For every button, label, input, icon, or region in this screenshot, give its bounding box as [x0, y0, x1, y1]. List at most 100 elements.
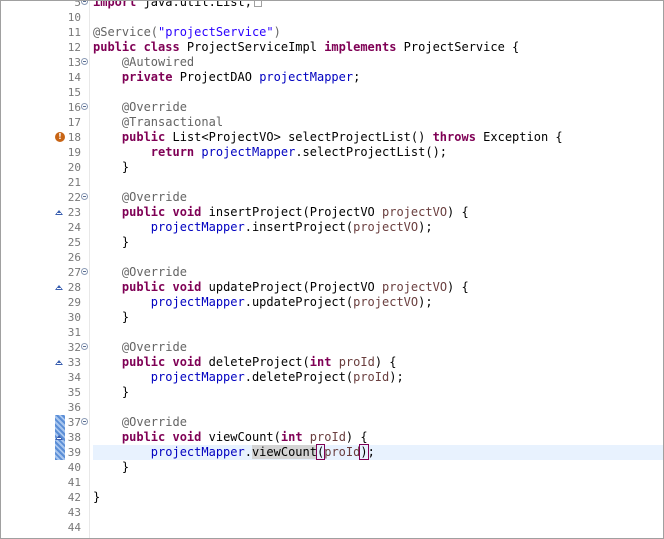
code-line[interactable]: 13 @Autowired: [1, 55, 663, 70]
code-text[interactable]: projectMapper.insertProject(projectVO);: [93, 220, 433, 235]
exception-marker-icon[interactable]: !: [55, 132, 65, 142]
code-line[interactable]: 5 import java.util.List;: [1, 0, 663, 10]
line-number: 44: [67, 521, 81, 534]
override-marker-icon[interactable]: [55, 208, 63, 216]
code-text[interactable]: import java.util.List;: [93, 1, 262, 10]
code-line[interactable]: 12 public class ProjectServiceImpl implem…: [1, 40, 663, 55]
code-line[interactable]: 42}: [1, 490, 663, 505]
line-number: 39: [67, 446, 81, 459]
code-text[interactable]: }: [93, 385, 129, 400]
code-line[interactable]: 35 }: [1, 385, 663, 400]
code-text[interactable]: @Override: [93, 265, 187, 280]
code-line[interactable]: 27 @Override: [1, 265, 663, 280]
code-line[interactable]: 20 }: [1, 160, 663, 175]
code-line[interactable]: 15: [1, 85, 663, 100]
code-line[interactable]: 21: [1, 175, 663, 190]
line-number: 43: [67, 506, 81, 519]
code-line[interactable]: 17 @Transactional: [1, 115, 663, 130]
line-number: 14: [67, 71, 81, 84]
line-number: 36: [67, 401, 81, 414]
code-line[interactable]: 37 @Override: [1, 415, 663, 430]
line-number: 32: [67, 341, 81, 354]
code-line[interactable]: 34 projectMapper.deleteProject(proId);: [1, 370, 663, 385]
code-text[interactable]: return projectMapper.selectProjectList()…: [93, 145, 447, 160]
code-line[interactable]: 44: [1, 520, 663, 535]
line-number: 10: [67, 11, 81, 24]
line-number: 22: [67, 191, 81, 204]
line-number: 41: [67, 476, 81, 489]
code-line[interactable]: 28 public void updateProject(ProjectVO p…: [1, 280, 663, 295]
code-text[interactable]: @Override: [93, 190, 187, 205]
code-text[interactable]: }: [93, 235, 129, 250]
code-text[interactable]: @Service("projectService"): [93, 25, 281, 40]
code-text[interactable]: }: [93, 460, 129, 475]
code-line[interactable]: 25 }: [1, 235, 663, 250]
code-line[interactable]: 16 @Override: [1, 100, 663, 115]
code-line[interactable]: 26: [1, 250, 663, 265]
code-line[interactable]: 30 }: [1, 310, 663, 325]
code-text[interactable]: public void insertProject(ProjectVO proj…: [93, 205, 469, 220]
code-line[interactable]: 10: [1, 10, 663, 25]
code-line[interactable]: 22 @Override: [1, 190, 663, 205]
code-text[interactable]: }: [93, 160, 129, 175]
line-number: 21: [67, 176, 81, 189]
line-number: 24: [67, 221, 81, 234]
code-line[interactable]: 19 return projectMapper.selectProjectLis…: [1, 145, 663, 160]
code-line[interactable]: 23 public void insertProject(ProjectVO p…: [1, 205, 663, 220]
override-marker-icon[interactable]: [55, 433, 63, 441]
line-number: 27: [67, 266, 81, 279]
fold-toggle-icon[interactable]: [81, 343, 88, 350]
fold-toggle-icon[interactable]: [81, 418, 88, 425]
code-text[interactable]: public class ProjectServiceImpl implemen…: [93, 40, 519, 55]
code-text[interactable]: }: [93, 490, 100, 505]
code-line[interactable]: 36: [1, 400, 663, 415]
line-number: 26: [67, 251, 81, 264]
line-number: 25: [67, 236, 81, 249]
line-number: 13: [67, 56, 81, 69]
code-text[interactable]: @Override: [93, 415, 187, 430]
code-text[interactable]: }: [93, 310, 129, 325]
code-line[interactable]: 41: [1, 475, 663, 490]
code-text[interactable]: projectMapper.deleteProject(proId);: [93, 370, 404, 385]
code-text[interactable]: private ProjectDAO projectMapper;: [93, 70, 360, 85]
code-line[interactable]: 33 public void deleteProject(int proId) …: [1, 355, 663, 370]
fold-toggle-icon[interactable]: [81, 58, 88, 65]
code-text[interactable]: @Override: [93, 340, 187, 355]
override-marker-icon[interactable]: [55, 358, 63, 366]
code-line[interactable]: 29 projectMapper.updateProject(projectVO…: [1, 295, 663, 310]
code-line[interactable]: 43: [1, 505, 663, 520]
code-line[interactable]: 11 @Service("projectService"): [1, 25, 663, 40]
code-text[interactable]: @Transactional: [93, 115, 223, 130]
code-line[interactable]: 14 private ProjectDAO projectMapper;: [1, 70, 663, 85]
fold-toggle-icon[interactable]: [81, 268, 88, 275]
line-number: 37: [67, 416, 81, 429]
code-line[interactable]: 18! public List<ProjectVO> selectProject…: [1, 130, 663, 145]
code-editor[interactable]: 5 import java.util.List; 10 11 @Service("pro…: [0, 0, 664, 539]
code-line[interactable]: 40 }: [1, 460, 663, 475]
code-text[interactable]: public void viewCount(int proId) {: [93, 430, 368, 445]
code-line[interactable]: 24 projectMapper.insertProject(projectVO…: [1, 220, 663, 235]
line-number: 40: [67, 461, 81, 474]
line-number: 30: [67, 311, 81, 324]
code-text[interactable]: projectMapper.viewCount(proId);: [93, 444, 375, 460]
fold-toggle-icon[interactable]: [81, 193, 88, 200]
code-line[interactable]: 32 @Override: [1, 340, 663, 355]
line-number: 29: [67, 296, 81, 309]
line-number: 5: [74, 0, 81, 9]
line-number: 16: [67, 101, 81, 114]
code-text[interactable]: @Autowired: [93, 55, 194, 70]
code-text[interactable]: public void updateProject(ProjectVO proj…: [93, 280, 469, 295]
line-number: 34: [67, 371, 81, 384]
code-line[interactable]: 31: [1, 325, 663, 340]
code-text[interactable]: public void deleteProject(int proId) {: [93, 355, 397, 370]
code-text[interactable]: projectMapper.updateProject(projectVO);: [93, 295, 433, 310]
code-text[interactable]: public List<ProjectVO> selectProjectList…: [93, 130, 563, 145]
line-number: 11: [67, 26, 81, 39]
code-line[interactable]: 39 projectMapper.viewCount(proId);: [68, 444, 663, 460]
override-marker-icon[interactable]: [55, 283, 63, 291]
code-text[interactable]: @Override: [93, 100, 187, 115]
collapsed-imports-icon[interactable]: [253, 1, 262, 7]
code-line[interactable]: 38 public void viewCount(int proId) {: [1, 430, 663, 445]
fold-toggle-icon[interactable]: [81, 1, 88, 5]
fold-toggle-icon[interactable]: [81, 103, 88, 110]
